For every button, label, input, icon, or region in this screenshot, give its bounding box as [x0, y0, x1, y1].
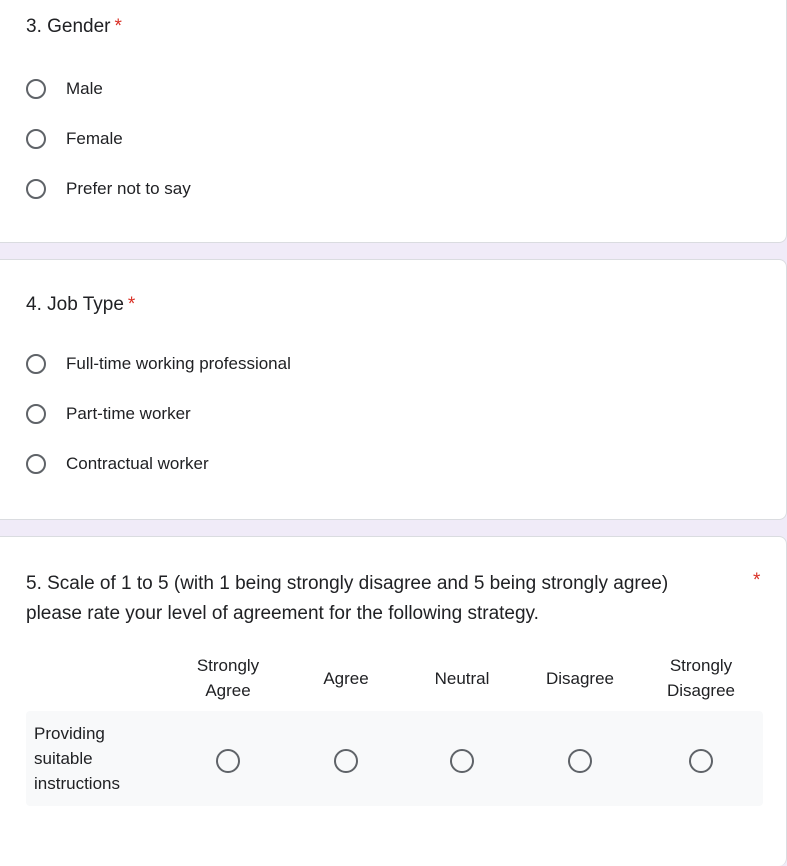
radio-option-part-time[interactable]: Part-time worker: [26, 401, 191, 427]
question-card-gender: 3. Gender * Male Female Prefer not to say: [0, 0, 787, 243]
option-label: Part-time worker: [66, 404, 191, 423]
column-header-agree: Agree: [323, 668, 369, 688]
grid-radio-strongly-disagree[interactable]: [689, 749, 713, 773]
grid-radio-agree[interactable]: [334, 749, 358, 773]
option-label: Female: [66, 129, 123, 148]
radio-option-male[interactable]: Male: [26, 76, 103, 102]
grid-radio-disagree[interactable]: [568, 749, 592, 773]
column-header-neutral: Neutral: [434, 668, 490, 688]
radio-option-full-time[interactable]: Full-time working professional: [26, 351, 291, 377]
question-title-text: 4. Job Type: [26, 294, 124, 315]
radio-option-prefer-not-to-say[interactable]: Prefer not to say: [26, 176, 191, 202]
question-title-scale: 5. Scale of 1 to 5 (with 1 being strongl…: [26, 573, 669, 624]
option-label: Contractual worker: [66, 454, 209, 473]
row-label: Providing suitable instructions: [34, 724, 120, 793]
radio-button[interactable]: [26, 129, 46, 149]
grid-radio-strongly-agree[interactable]: [216, 749, 240, 773]
radio-button[interactable]: [26, 354, 46, 374]
question-title-gender: 3. Gender *: [26, 15, 122, 39]
column-header-strongly-disagree: Strongly Disagree: [666, 656, 736, 700]
required-asterisk: *: [114, 16, 122, 37]
option-label: Full-time working professional: [66, 354, 291, 373]
radio-button[interactable]: [26, 79, 46, 99]
radio-button[interactable]: [26, 179, 46, 199]
radio-button[interactable]: [26, 454, 46, 474]
column-header-disagree: Disagree: [545, 668, 615, 688]
question-card-job-type: 4. Job Type * Full-time working professio…: [0, 259, 787, 520]
column-header-strongly-agree: Strongly Agree: [196, 656, 260, 700]
option-label: Prefer not to say: [66, 179, 191, 198]
radio-option-female[interactable]: Female: [26, 126, 123, 152]
required-asterisk: *: [753, 570, 761, 591]
question-card-scale: 5. Scale of 1 to 5 (with 1 being strongl…: [0, 536, 787, 866]
grid-row-providing-suitable-instructions: Providing suitable instructions: [26, 711, 763, 806]
option-label: Male: [66, 79, 103, 98]
required-asterisk: *: [127, 294, 136, 315]
radio-button[interactable]: [26, 404, 46, 424]
question-title-text: 3. Gender: [26, 16, 111, 37]
radio-option-contractual[interactable]: Contractual worker: [26, 451, 209, 477]
question-title-job-type: 4. Job Type *: [26, 293, 135, 317]
grid-radio-neutral[interactable]: [450, 749, 474, 773]
